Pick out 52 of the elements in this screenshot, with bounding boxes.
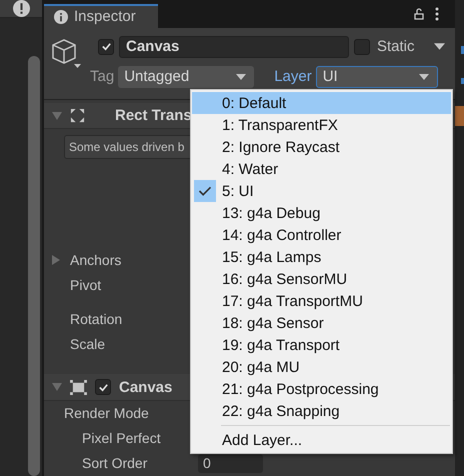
menu-item[interactable]: 15: g4a Lamps [192,246,451,268]
menu-item[interactable]: 0: Default [192,92,451,114]
check-icon [100,41,112,52]
static-checkbox[interactable] [354,38,370,55]
layer-dropdown[interactable]: UI [316,66,438,88]
component-title: Canvas [119,378,172,396]
menu-item[interactable]: 18: g4a Sensor [192,312,451,334]
lock-icon[interactable] [413,8,425,20]
tag-label: Tag [90,68,114,86]
menu-item[interactable]: 20: g4a MU [192,356,451,378]
info-icon [54,10,68,24]
panel-edge [455,106,464,126]
menu-item[interactable]: Add Layer... [192,429,451,451]
field-label: Render Mode [64,405,150,422]
caret-icon [236,74,246,80]
menu-item[interactable]: 16: g4a SensorMU [192,268,451,290]
tag-dropdown[interactable]: Untagged [118,66,254,88]
menu-item[interactable]: 14: g4a Controller [192,224,451,246]
menu-item[interactable]: 1: TransparentFX [192,114,451,136]
active-checkbox[interactable] [98,38,114,55]
field-label: Rotation [70,310,122,327]
menu-item[interactable]: 13: g4a Debug [192,202,451,224]
panel-edge [461,78,464,84]
number-field[interactable]: 0 [198,454,263,473]
field-label: Anchors [70,252,122,268]
tab-title: Inspector [74,8,136,26]
panel-edge [461,46,464,54]
name-field[interactable]: Canvas [119,36,349,58]
canvas-icon [70,380,87,395]
check-icon [98,382,108,393]
rect-transform-icon [70,108,85,124]
enabled-checkbox[interactable] [95,379,111,396]
field-label: Pixel Perfect [82,430,162,446]
menu-item[interactable]: 22: g4a Snapping [192,400,451,422]
layer-label: Layer [274,68,312,86]
menu-item[interactable]: 17: g4a TransportMU [192,290,451,312]
menu-item[interactable]: 4: Water [192,158,451,180]
field-label: Scale [70,336,106,352]
menu-item[interactable]: 19: g4a Transport [192,334,451,356]
caret-icon [418,74,429,80]
static-label: Static [377,38,415,56]
more-icon[interactable] [435,6,439,21]
menu-item[interactable]: 21: g4a Postprocessing [192,378,451,400]
field-label: Pivot [70,276,102,293]
scrollbar[interactable] [28,56,40,476]
caret-icon[interactable] [434,43,445,50]
check-icon [194,180,216,202]
inspector-tab[interactable]: Inspector [44,4,158,28]
field-label: Sort Order [82,455,148,472]
menu-item[interactable]: 5: UI [192,180,451,202]
component-title: Rect Trans [115,107,192,124]
warning-icon[interactable] [13,0,30,17]
